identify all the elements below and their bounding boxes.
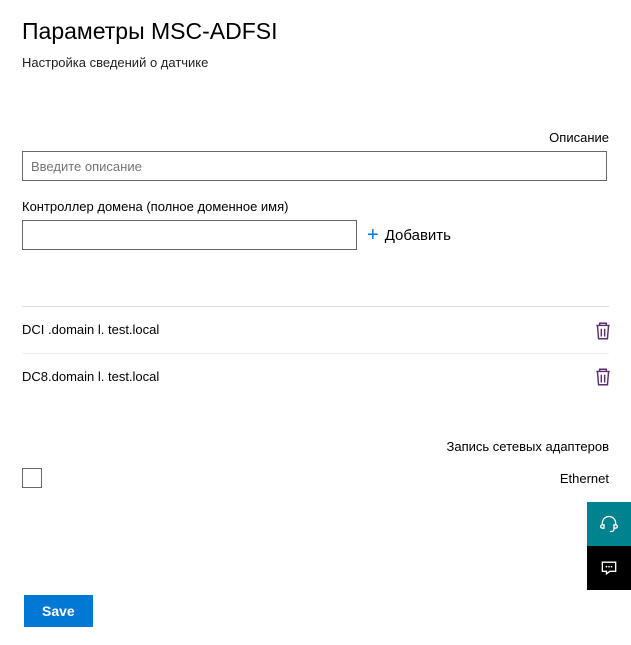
dc-input-row: + Добавить [22,220,609,250]
add-button[interactable]: + Добавить [367,224,451,247]
save-button[interactable]: Save [24,595,93,627]
chat-icon [599,558,619,578]
support-button[interactable] [587,502,631,546]
dc-name: DCI .domain l. test.local [22,322,159,337]
headset-icon [599,514,619,534]
trash-icon[interactable] [593,321,609,339]
list-item: DCI .domain l. test.local [22,307,609,353]
list-item: DC8.domain l. test.local [22,353,609,399]
settings-panel: Параметры MSC-ADFSI Настройка сведений о… [0,0,631,645]
page-subtitle: Настройка сведений о датчике [22,55,609,70]
trash-icon[interactable] [593,367,609,385]
dc-label: Контроллер домена (полное доменное имя) [22,199,609,214]
feedback-button[interactable] [587,546,631,590]
page-title: Параметры MSC-ADFSI [22,18,609,45]
floating-buttons [587,502,631,590]
network-adapters-label: Запись сетевых адаптеров [22,439,609,454]
ethernet-label: Ethernet [560,471,609,486]
dc-name: DC8.domain l. test.local [22,369,159,384]
dc-input[interactable] [22,220,357,250]
ethernet-row: Ethernet [22,468,609,488]
description-label: Описание [22,130,609,145]
add-button-label: Добавить [385,227,451,244]
ethernet-checkbox[interactable] [22,468,42,488]
plus-icon: + [367,224,379,247]
description-input[interactable] [22,151,607,181]
